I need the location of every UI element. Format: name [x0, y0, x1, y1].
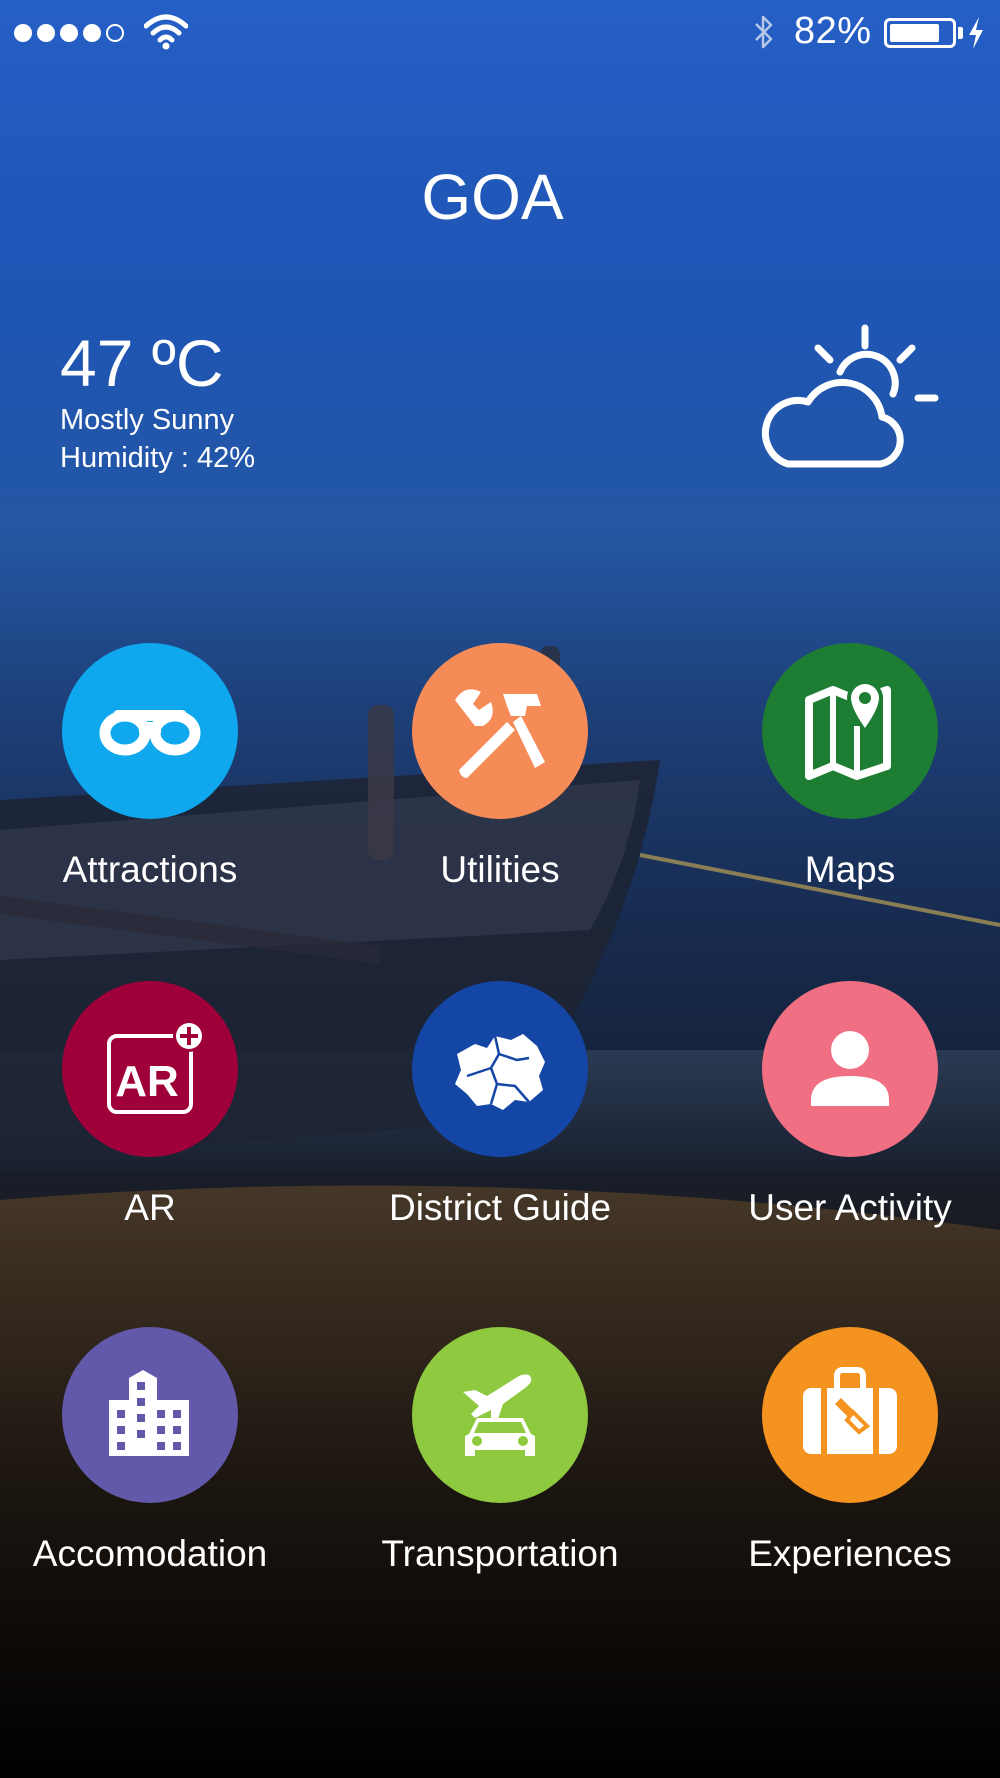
- attractions-circle[interactable]: [62, 643, 238, 819]
- district-map-icon: [455, 1034, 545, 1110]
- wifi-icon: [144, 14, 188, 50]
- tools-icon: [455, 689, 545, 778]
- svg-text:AR: AR: [115, 1057, 179, 1106]
- user-icon: [811, 1031, 889, 1106]
- experiences-label: Experiences: [748, 1533, 952, 1574]
- menu-tile-accomodation[interactable]: Accomodation: [0, 1327, 320, 1607]
- humidity: Humidity : 42%: [60, 442, 256, 474]
- menu-tile-maps[interactable]: Maps: [680, 643, 1000, 923]
- signal-dot: [83, 24, 101, 42]
- utilities-label: Utilities: [440, 849, 560, 890]
- accomodation-label: Accomodation: [32, 1533, 268, 1574]
- ar-icon: AR: [107, 1020, 205, 1114]
- menu-tile-user-activity[interactable]: User Activity: [680, 981, 1000, 1261]
- district-guide-label: District Guide: [388, 1187, 612, 1228]
- map-icon: [805, 680, 891, 780]
- menu-tile-attractions[interactable]: Attractions: [0, 643, 320, 923]
- utilities-circle[interactable]: [412, 643, 588, 819]
- city-title: GOA: [421, 161, 564, 233]
- user-activity-circle[interactable]: [762, 981, 938, 1157]
- building-icon: [109, 1370, 189, 1456]
- partly-sunny-icon: [761, 324, 939, 468]
- transport-icon: [463, 1374, 535, 1456]
- signal-dot: [37, 24, 55, 42]
- experiences-circle[interactable]: [762, 1327, 938, 1503]
- user-activity-label: User Activity: [748, 1187, 952, 1228]
- suitcase-icon: [803, 1367, 897, 1454]
- transportation-circle[interactable]: [412, 1327, 588, 1503]
- signal-dot: [60, 24, 78, 42]
- battery-icon: [884, 18, 956, 48]
- district-guide-circle[interactable]: [412, 981, 588, 1157]
- signal-dot: [106, 24, 124, 42]
- battery-level: [890, 24, 940, 42]
- signal-strength-icon: [14, 24, 124, 42]
- binoculars-icon: [99, 710, 201, 756]
- ar-circle[interactable]: AR: [62, 981, 238, 1157]
- bluetooth-icon: [755, 15, 773, 49]
- attractions-label: Attractions: [62, 849, 238, 890]
- battery-nub: [958, 27, 963, 39]
- menu-tile-experiences[interactable]: Experiences: [680, 1327, 1000, 1607]
- transportation-label: Transportation: [381, 1533, 619, 1574]
- accomodation-circle[interactable]: [62, 1327, 238, 1503]
- status-bar: 82%: [0, 0, 1000, 62]
- temperature: 47 ºC: [60, 326, 224, 400]
- weather-condition: Mostly Sunny: [60, 404, 235, 436]
- menu-tile-district-guide[interactable]: District Guide: [330, 981, 670, 1261]
- charging-icon: [969, 17, 983, 49]
- ar-label: AR: [124, 1187, 176, 1228]
- home-screen: 82% GOA 47 ºC Mostly Sunny Humidity : 42…: [0, 0, 1000, 1778]
- maps-label: Maps: [804, 849, 896, 890]
- menu-tile-ar[interactable]: AR AR: [0, 981, 320, 1261]
- menu-tile-transportation[interactable]: Transportation: [330, 1327, 670, 1607]
- maps-circle[interactable]: [762, 643, 938, 819]
- signal-dot: [14, 24, 32, 42]
- menu-tile-utilities[interactable]: Utilities: [330, 643, 670, 923]
- battery-percentage: 82%: [794, 10, 872, 52]
